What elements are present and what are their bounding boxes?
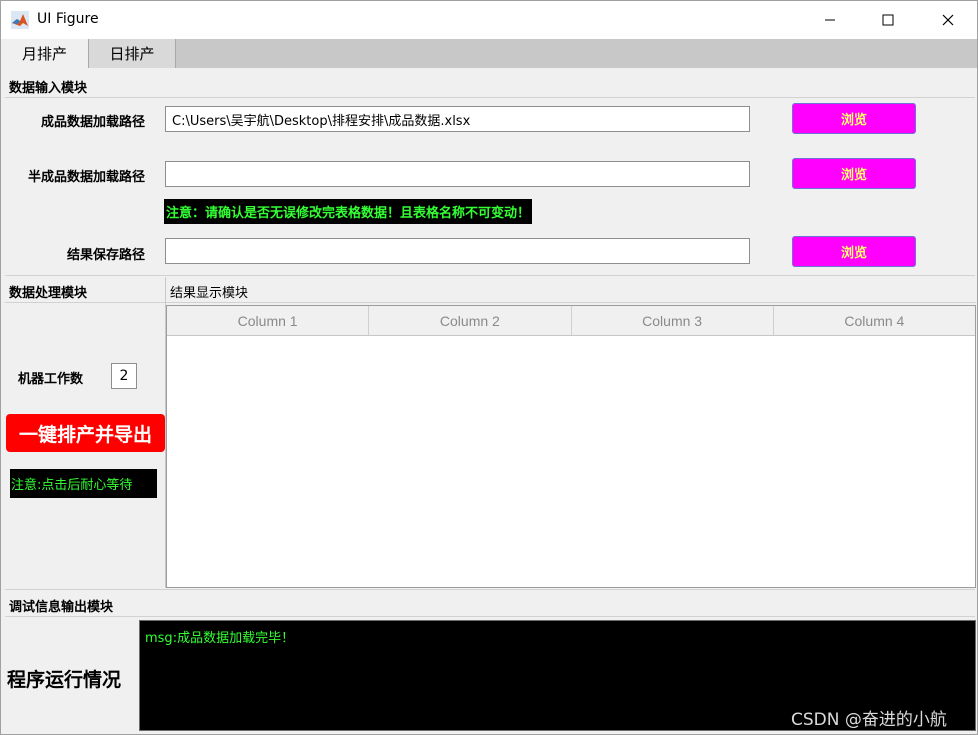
tab-monthly[interactable]: 月排产 bbox=[1, 39, 89, 68]
result-path-field[interactable] bbox=[165, 238, 750, 264]
result-path-label: 结果保存路径 bbox=[66, 248, 145, 263]
close-icon bbox=[942, 14, 954, 26]
input-module-title: 数据输入模块 bbox=[9, 81, 88, 96]
machine-count-label: 机器工作数 bbox=[18, 372, 84, 387]
close-button[interactable] bbox=[919, 1, 977, 39]
run-status-label: 程序运行情况 bbox=[7, 669, 122, 691]
maximize-icon bbox=[882, 14, 894, 26]
csdn-watermark: CSDN @奋进的小航 bbox=[791, 710, 947, 730]
matlab-logo-icon bbox=[11, 11, 29, 29]
column-header[interactable]: Column 4 bbox=[774, 306, 975, 335]
semi-path-field[interactable] bbox=[165, 161, 750, 187]
title-bar: UI Figure bbox=[1, 1, 977, 39]
input-warning-note: 注意：请确认是否无误修改完表格数据！且表格名称不可变动！ bbox=[164, 199, 533, 224]
column-header[interactable]: Column 1 bbox=[167, 306, 370, 335]
browse-semi-button[interactable]: 浏览 bbox=[792, 158, 916, 189]
browse-finished-button[interactable]: 浏览 bbox=[792, 103, 916, 134]
semi-path-label: 半成品数据加载路径 bbox=[27, 170, 145, 185]
result-module-title: 结果显示模块 bbox=[170, 286, 249, 301]
machine-count-field[interactable]: 2 bbox=[111, 363, 137, 389]
minimize-icon bbox=[825, 19, 835, 21]
table-header: Column 1 Column 2 Column 3 Column 4 bbox=[167, 306, 975, 336]
browse-result-button[interactable]: 浏览 bbox=[792, 236, 916, 267]
window-title: UI Figure bbox=[37, 11, 99, 27]
divider bbox=[5, 97, 975, 98]
divider bbox=[5, 616, 975, 617]
column-header[interactable]: Column 2 bbox=[369, 306, 572, 335]
column-header[interactable]: Column 3 bbox=[572, 306, 774, 335]
finished-path-field[interactable]: C:\Users\吴宇航\Desktop\排程安排\成品数据.xlsx bbox=[165, 106, 750, 132]
minimize-button[interactable] bbox=[801, 1, 859, 39]
processing-module-title: 数据处理模块 bbox=[9, 286, 88, 301]
run-schedule-export-button[interactable]: 一键排产并导出 bbox=[6, 414, 165, 452]
divider bbox=[5, 589, 975, 590]
tab-bar: 月排产 日排产 bbox=[1, 39, 977, 68]
divider bbox=[5, 302, 165, 303]
maximize-button[interactable] bbox=[859, 1, 917, 39]
wait-note: 注意:点击后耐心等待 bbox=[10, 469, 157, 498]
finished-path-label: 成品数据加载路径 bbox=[40, 115, 145, 130]
divider bbox=[166, 302, 976, 303]
ui-figure-window: UI Figure 月排产 日排产 数据输入模块 成品数据加载路径 C:\Use… bbox=[0, 0, 978, 735]
debug-module-title: 调试信息输出模块 bbox=[9, 600, 114, 615]
tab-daily[interactable]: 日排产 bbox=[89, 39, 176, 68]
result-table[interactable]: Column 1 Column 2 Column 3 Column 4 bbox=[166, 305, 976, 588]
divider bbox=[5, 275, 975, 276]
